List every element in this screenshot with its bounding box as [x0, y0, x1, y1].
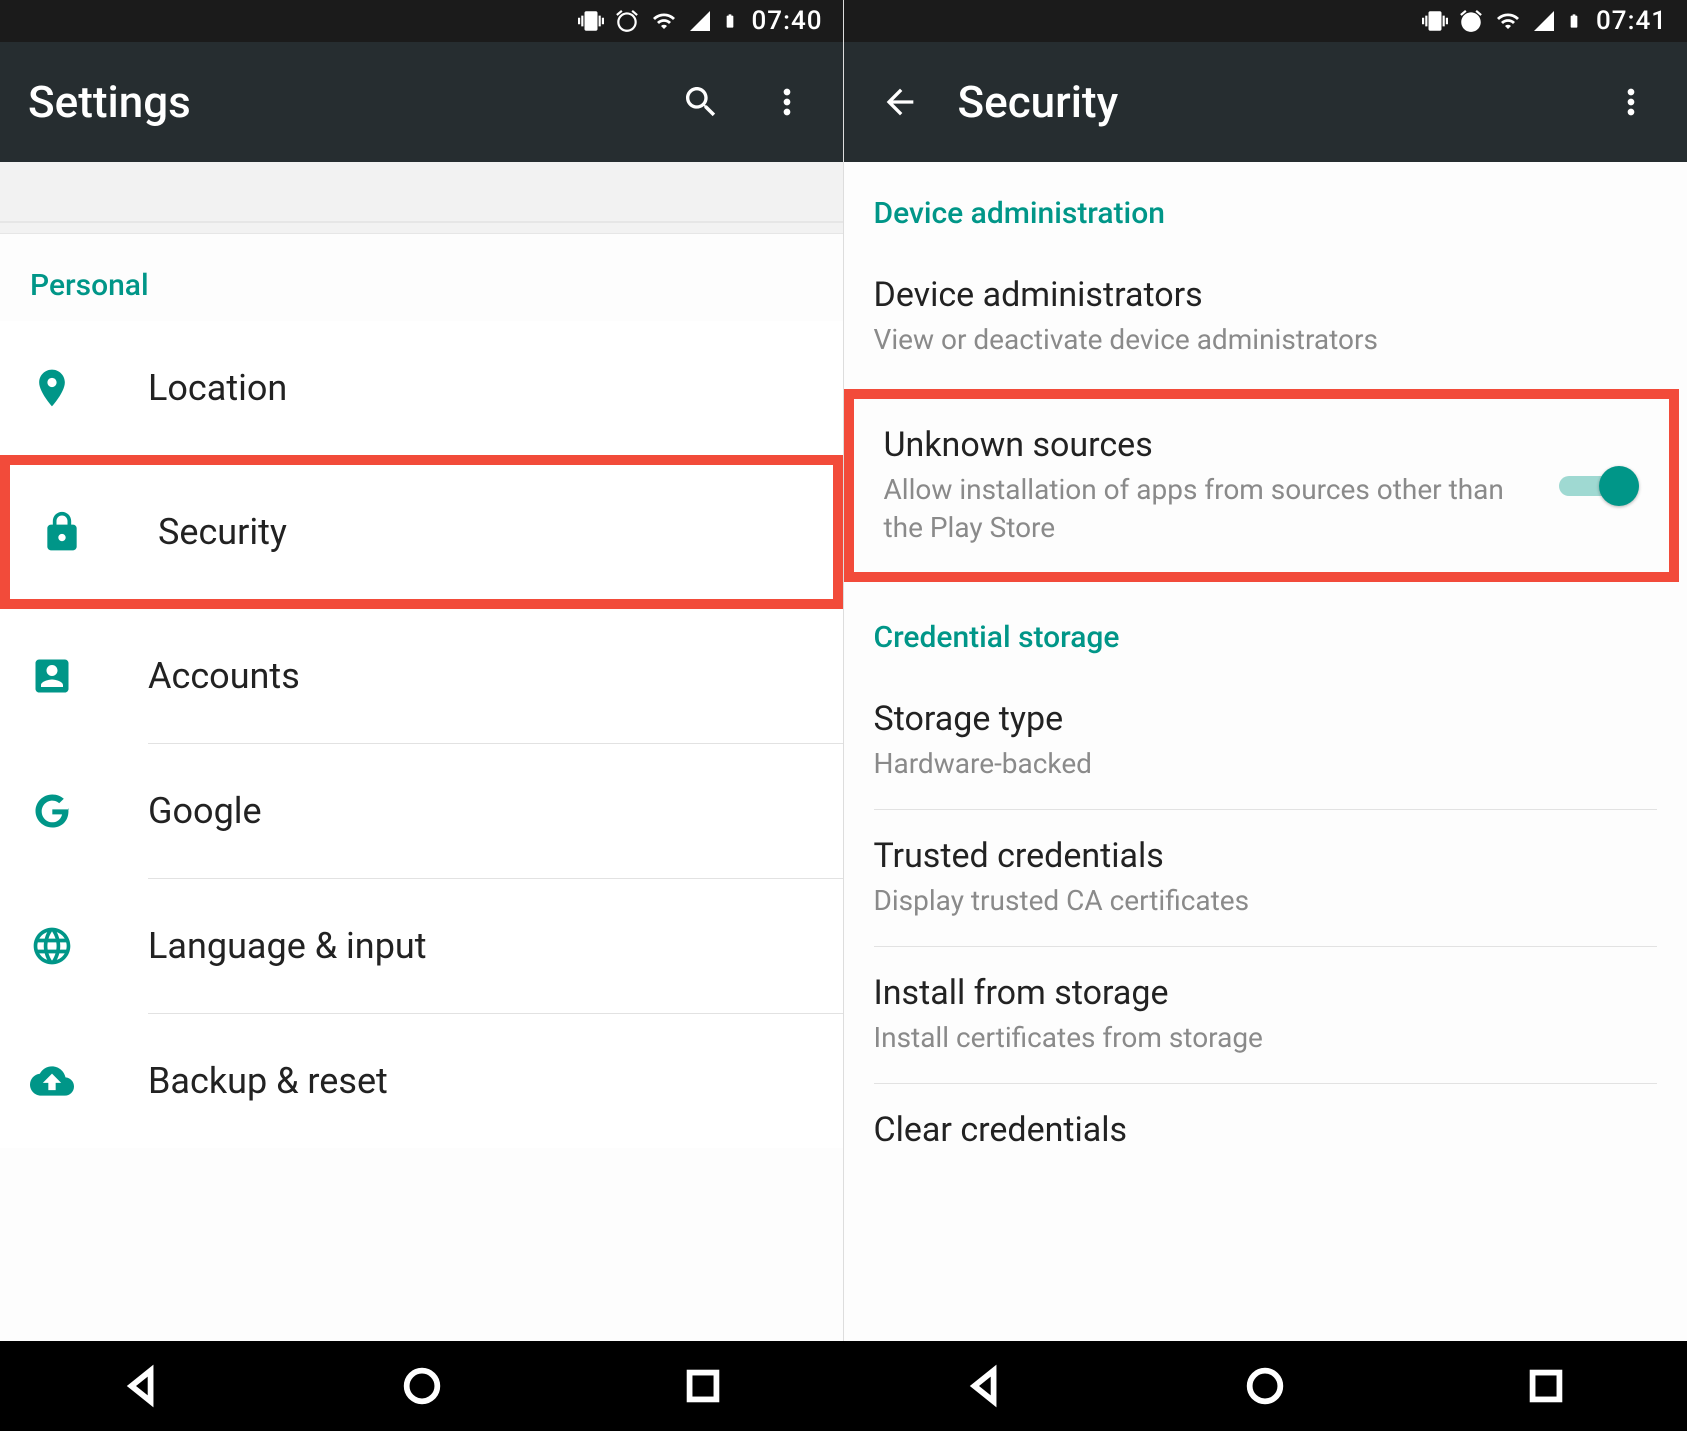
nav-recent-icon[interactable] — [680, 1363, 726, 1409]
nav-recent-icon[interactable] — [1523, 1363, 1569, 1409]
settings-item-backup[interactable]: Backup & reset — [0, 1014, 843, 1148]
section-header-personal: Personal — [0, 234, 843, 321]
wifi-icon — [1494, 9, 1522, 33]
row-trusted-credentials[interactable]: Trusted credentials Display trusted CA c… — [844, 810, 1687, 946]
app-bar-title: Settings — [28, 76, 643, 128]
row-title: Install from storage — [874, 973, 1638, 1013]
row-subtitle: Install certificates from storage — [874, 1019, 1638, 1057]
row-title: Trusted credentials — [874, 836, 1638, 876]
google-icon — [30, 789, 74, 833]
row-subtitle: Hardware-backed — [874, 745, 1638, 783]
nav-back-icon[interactable] — [961, 1363, 1007, 1409]
signal-icon — [1532, 9, 1556, 33]
settings-item-label: Google — [148, 790, 813, 832]
status-bar: 07:40 — [0, 0, 843, 42]
settings-item-location[interactable]: Location — [0, 321, 843, 455]
location-icon — [30, 366, 74, 410]
status-time: 07:40 — [752, 6, 823, 36]
vibrate-icon — [578, 8, 604, 34]
vibrate-icon — [1422, 8, 1448, 34]
battery-icon — [1566, 8, 1582, 34]
settings-screen: 07:40 Settings Personal Location — [0, 0, 844, 1341]
settings-item-language[interactable]: Language & input — [0, 879, 843, 1013]
search-button[interactable] — [673, 74, 729, 130]
row-clear-credentials[interactable]: Clear credentials — [844, 1084, 1687, 1182]
settings-item-label: Backup & reset — [148, 1060, 813, 1102]
status-bar: 07:41 — [844, 0, 1687, 42]
app-bar: Security — [844, 42, 1687, 162]
overflow-button[interactable] — [1603, 74, 1659, 130]
row-title: Clear credentials — [874, 1110, 1638, 1150]
spacer — [0, 162, 843, 222]
security-screen: 07:41 Security Device administration Dev… — [844, 0, 1687, 1341]
overflow-button[interactable] — [759, 74, 815, 130]
unknown-sources-toggle[interactable] — [1559, 464, 1639, 508]
nav-home-icon[interactable] — [1242, 1363, 1288, 1409]
spacer — [0, 222, 843, 234]
status-icons — [578, 8, 738, 34]
more-vert-icon — [767, 82, 807, 122]
more-vert-icon — [1611, 82, 1651, 122]
row-title: Unknown sources — [884, 425, 1540, 465]
row-subtitle: Allow installation of apps from sources … — [884, 471, 1540, 547]
search-icon — [681, 82, 721, 122]
row-title: Storage type — [874, 699, 1638, 739]
settings-item-accounts[interactable]: Accounts — [0, 609, 843, 743]
settings-item-security[interactable]: Security — [10, 465, 833, 599]
section-header-device-admin: Device administration — [844, 162, 1687, 249]
backup-icon — [30, 1059, 74, 1103]
highlight-unknown-sources: Unknown sources Allow installation of ap… — [844, 389, 1680, 583]
row-unknown-sources[interactable]: Unknown sources Allow installation of ap… — [854, 399, 1670, 573]
signal-icon — [688, 9, 712, 33]
nav-home-icon[interactable] — [399, 1363, 445, 1409]
row-subtitle: Display trusted CA certificates — [874, 882, 1638, 920]
settings-item-label: Language & input — [148, 925, 813, 967]
alarm-icon — [1458, 8, 1484, 34]
status-icons — [1422, 8, 1582, 34]
alarm-icon — [614, 8, 640, 34]
settings-item-label: Security — [158, 511, 803, 553]
app-bar: Settings — [0, 42, 843, 162]
navigation-bar — [0, 1341, 1687, 1431]
battery-icon — [722, 8, 738, 34]
wifi-icon — [650, 9, 678, 33]
row-storage-type[interactable]: Storage type Hardware-backed — [844, 673, 1687, 809]
settings-item-label: Location — [148, 367, 813, 409]
nav-back-icon[interactable] — [118, 1363, 164, 1409]
row-install-from-storage[interactable]: Install from storage Install certificate… — [844, 947, 1687, 1083]
account-box-icon — [30, 654, 74, 698]
app-bar-title: Security — [958, 76, 1574, 128]
section-header-credential-storage: Credential storage — [844, 586, 1687, 673]
back-arrow-icon — [880, 82, 920, 122]
language-icon — [30, 924, 74, 968]
highlight-security: Security — [0, 455, 843, 609]
back-button[interactable] — [872, 74, 928, 130]
row-subtitle: View or deactivate device administrators — [874, 321, 1638, 359]
row-device-administrators[interactable]: Device administrators View or deactivate… — [844, 249, 1687, 385]
settings-item-google[interactable]: Google — [0, 744, 843, 878]
row-title: Device administrators — [874, 275, 1638, 315]
status-time: 07:41 — [1596, 6, 1667, 36]
settings-item-label: Accounts — [148, 655, 813, 697]
lock-icon — [40, 510, 84, 554]
